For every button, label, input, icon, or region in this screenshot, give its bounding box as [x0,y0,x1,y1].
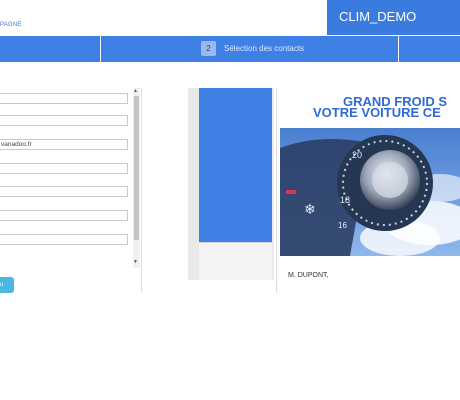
svg-text:18: 18 [340,195,350,205]
svg-text:16: 16 [338,221,347,230]
step-divider [398,36,399,62]
ad-headline-2: VOTRE VOITURE CE [313,105,441,120]
top-header: PAGNE CLIM_DEMO [0,0,460,36]
email-field[interactable]: vanadoo.fr [0,139,128,150]
form-field[interactable] [0,163,128,174]
scroll-down-icon[interactable]: ▼ [133,259,138,265]
email-preview: GRAND FROID S VOTRE VOITURE CE 18 20 16 … [276,88,460,293]
svg-text:20: 20 [352,150,362,160]
step-label[interactable]: Sélection des contacts [224,44,304,53]
wizard-step-bar: 2 Sélection des contacts [0,36,460,62]
scrollbar-thumb[interactable] [134,96,139,240]
step-divider [100,36,101,62]
campaign-label: PAGNE [0,22,22,28]
app-title: CLIM_DEMO [339,9,417,24]
template-card[interactable] [199,243,272,280]
scroll-up-icon[interactable]: ▲ [133,88,138,94]
form-field[interactable] [0,234,128,245]
app-title-box: CLIM_DEMO [327,0,460,35]
form-field[interactable] [0,186,128,197]
step-number-badge[interactable]: 2 [201,41,216,56]
form-field[interactable] [0,210,128,221]
panel-divider [141,88,142,293]
form-field[interactable] [0,115,128,126]
menu-button[interactable]: u [0,277,14,293]
form-field[interactable] [0,93,128,104]
recipient-salutation: M. DUPONT, [288,272,329,279]
selected-template-thumbnail[interactable] [199,88,272,242]
svg-text:❄: ❄ [304,202,316,218]
car-ac-dial-image: 18 20 16 ❄ [280,128,460,256]
